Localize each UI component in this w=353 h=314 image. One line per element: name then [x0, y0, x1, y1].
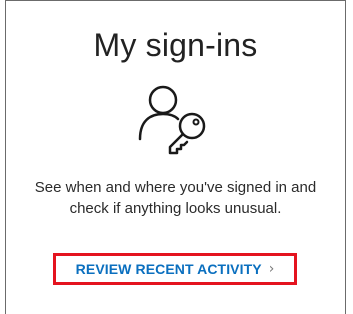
- chevron-right-icon: ›: [268, 261, 275, 277]
- card-title: My sign-ins: [93, 27, 258, 63]
- description-line-2: check if anything looks unusual.: [69, 200, 282, 217]
- card-description: See when and where you've signed in and …: [6, 177, 345, 219]
- review-recent-activity-link[interactable]: REVIEW RECENT ACTIVITY ›: [53, 253, 297, 285]
- review-recent-activity-label[interactable]: REVIEW RECENT ACTIVITY: [76, 261, 262, 277]
- my-sign-ins-card: My sign-ins See when and where you've si…: [5, 0, 346, 314]
- description-line-1: See when and where you've signed in and: [34, 179, 317, 196]
- user-key-icon: [137, 81, 217, 157]
